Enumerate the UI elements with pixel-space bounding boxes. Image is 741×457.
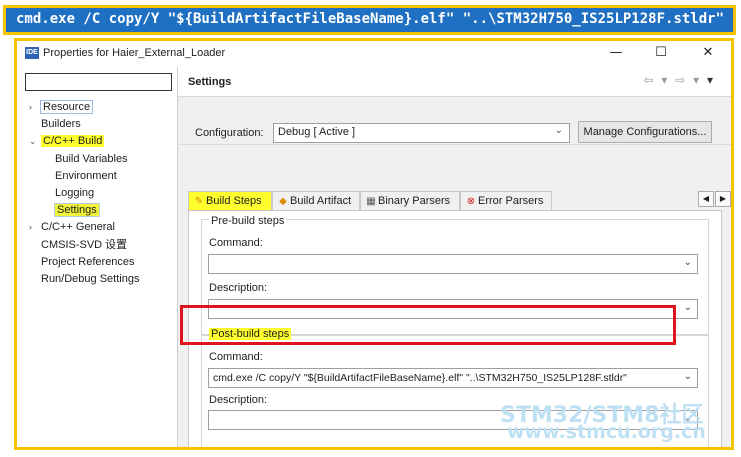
error-parsers-icon: ⊗ — [466, 196, 476, 207]
scroll-right-icon[interactable]: ▶ — [715, 191, 731, 207]
tree-item-cpp-general[interactable]: › C/C++ General — [17, 219, 177, 236]
pre-build-description-label: Description: — [209, 282, 268, 294]
filter-input[interactable] — [25, 73, 172, 91]
tree-item-label: Settings — [54, 203, 100, 218]
tree-item-cpp-build[interactable]: ⌄ C/C++ Build — [17, 133, 177, 150]
tab-scroll-buttons: ◀ ▶ — [697, 191, 731, 207]
tree-item-label: Environment — [55, 169, 117, 182]
expand-arrow-icon[interactable]: › — [29, 99, 39, 116]
tree-item-label: Resource — [39, 100, 94, 114]
property-tree: › Resource Builders ⌄ C/C++ Build Build … — [17, 99, 177, 288]
tree-item-label: Project References — [41, 255, 135, 268]
tree-item-label: Build Variables — [55, 152, 128, 165]
tree-item-cmsis-svd[interactable]: CMSIS-SVD 设置 — [17, 237, 177, 254]
chevron-down-icon[interactable]: ⌄ — [684, 302, 692, 313]
chevron-down-icon[interactable]: ⌄ — [684, 371, 692, 382]
tab-label: Build Artifact — [290, 195, 352, 207]
tree-item-project-references[interactable]: Project References — [17, 254, 177, 271]
annotation-highlight-box — [180, 305, 676, 345]
tree-item-label: Run/Debug Settings — [41, 272, 140, 285]
pre-build-command-input[interactable]: ⌄ — [208, 254, 698, 274]
binary-parsers-icon: ▦ — [366, 196, 376, 207]
post-build-command-input[interactable]: cmd.exe /C copy/Y "${BuildArtifactFileBa… — [208, 368, 698, 388]
tree-item-run-debug-settings[interactable]: Run/Debug Settings — [17, 271, 177, 288]
tree-item-logging[interactable]: Logging — [17, 185, 177, 202]
tree-item-builders[interactable]: Builders — [17, 116, 177, 133]
post-build-description-label: Description: — [209, 394, 268, 406]
ide-app-icon: IDE — [25, 47, 39, 59]
collapse-arrow-icon[interactable]: ⌄ — [29, 133, 39, 150]
post-build-command-label: Command: — [209, 351, 263, 363]
expand-arrow-icon[interactable]: › — [29, 219, 39, 236]
tree-item-label: Logging — [55, 186, 95, 199]
tab-area: ✎ Build Steps ◆ Build Artifact ▦ Binary Par… — [178, 41, 731, 447]
tree-item-settings[interactable]: Settings — [17, 202, 177, 219]
chevron-down-icon[interactable]: ⌄ — [684, 257, 692, 268]
property-tree-panel: › Resource Builders ⌄ C/C++ Build Build … — [17, 67, 177, 447]
pre-build-command-label: Command: — [209, 237, 263, 249]
tab-label: Build Steps — [206, 195, 262, 207]
tree-item-label: C/C++ General — [41, 221, 115, 234]
tab-binary-parsers[interactable]: ▦ Binary Parsers — [360, 191, 460, 210]
post-build-command-value: cmd.exe /C copy/Y "${BuildArtifactFileBa… — [213, 372, 627, 384]
watermark-url: www.stmcu.org.cn — [507, 421, 706, 443]
tree-item-build-variables[interactable]: Build Variables — [17, 151, 177, 168]
properties-dialog: IDE Properties for Haier_External_Loader… — [14, 38, 734, 450]
tree-item-label: CMSIS-SVD 设置 — [41, 238, 128, 251]
tab-label: Error Parsers — [478, 195, 544, 207]
tree-item-resource[interactable]: › Resource — [17, 99, 177, 116]
tree-item-environment[interactable]: Environment — [17, 168, 177, 185]
tab-build-artifact[interactable]: ◆ Build Artifact — [272, 191, 360, 210]
tab-label: Binary Parsers — [378, 195, 451, 207]
tab-error-parsers[interactable]: ⊗ Error Parsers — [460, 191, 552, 210]
tree-item-label: C/C++ Build — [41, 135, 105, 148]
build-artifact-icon: ◆ — [279, 196, 287, 207]
tree-item-label: Builders — [41, 118, 81, 131]
build-steps-icon: ✎ — [194, 196, 204, 207]
pre-build-title: Pre-build steps — [209, 215, 287, 227]
command-banner: cmd.exe /C copy/Y "${BuildArtifactFileBa… — [3, 5, 736, 35]
scroll-left-icon[interactable]: ◀ — [698, 191, 714, 207]
tab-build-steps[interactable]: ✎ Build Steps — [188, 191, 272, 211]
